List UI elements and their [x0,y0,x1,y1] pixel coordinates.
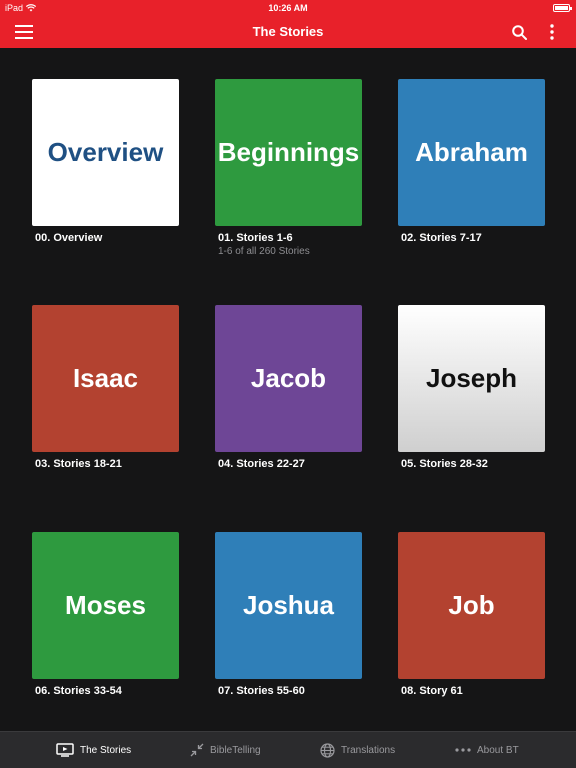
story-tile: Moses [32,532,179,679]
tab-label: About BT [477,744,519,756]
story-tile: Overview [32,79,179,226]
story-caption: 02. Stories 7-17 [401,232,482,244]
tv-icon [56,743,74,757]
tile-title: Overview [47,137,164,167]
story-card-joshua[interactable]: Joshua 07. Stories 55-60 [215,532,362,697]
tab-translations[interactable]: Translations [320,732,395,768]
tile-title: Isaac [72,363,139,393]
status-bar: iPad 10:26 AM [0,0,576,16]
tile-title: Abraham [415,137,528,167]
ellipsis-icon [455,748,471,752]
tab-about-bt[interactable]: About BT [455,732,519,768]
tile-title: Jacob [250,363,327,393]
story-card-abraham[interactable]: Abraham 02. Stories 7-17 [398,79,545,244]
tile-title: Beginnings [217,137,360,167]
vertical-ellipsis-icon [550,24,554,40]
story-caption: 03. Stories 18-21 [35,458,122,470]
story-caption: 00. Overview [35,232,103,244]
tile-title: Moses [65,590,146,620]
tab-label: Translations [341,744,396,756]
navigation-bar: The Stories [0,16,576,48]
story-caption: 07. Stories 55-60 [218,685,305,697]
tab-label: The Stories [80,744,132,756]
story-caption: 05. Stories 28-32 [401,458,488,470]
story-caption: 01. Stories 1-6 [218,232,293,244]
story-caption: 08. Story 61 [401,685,463,697]
story-card-beginnings[interactable]: Beginnings 01. Stories 1-6 1-6 of all 26… [215,79,362,257]
story-card-overview[interactable]: Overview 00. Overview [32,79,179,244]
story-tile: Joseph [398,305,545,452]
search-button[interactable] [507,20,531,44]
story-tile: Abraham [398,79,545,226]
story-caption: 06. Stories 33-54 [35,685,122,697]
tab-bibletelling[interactable]: BibleTelling [190,732,261,768]
story-tile: Isaac [32,305,179,452]
tab-bar: The Stories BibleTelling Translations Ab… [0,731,576,768]
story-grid: Overview 00. Overview Beginnings 01. Sto… [0,48,576,731]
battery-icon [553,4,572,12]
story-tile: Job [398,532,545,679]
clock: 10:26 AM [268,3,308,13]
story-card-isaac[interactable]: Isaac 03. Stories 18-21 [32,305,179,470]
story-card-moses[interactable]: Moses 06. Stories 33-54 [32,532,179,697]
story-card-jacob[interactable]: Jacob 04. Stories 22-27 [215,305,362,470]
story-card-joseph[interactable]: Joseph 05. Stories 28-32 [398,305,545,470]
tab-the-stories[interactable]: The Stories [56,732,131,768]
more-options-button[interactable] [540,20,564,44]
globe-icon [320,742,335,758]
tile-title: Job [448,590,495,620]
tile-title: Joseph [425,363,518,393]
page-title: The Stories [252,24,324,39]
story-tile: Beginnings [215,79,362,226]
tile-title: Joshua [242,590,335,620]
collapse-icon [190,743,204,757]
story-caption: 04. Stories 22-27 [218,458,305,470]
story-card-job[interactable]: Job 08. Story 61 [398,532,545,697]
story-tile: Joshua [215,532,362,679]
search-icon [511,24,527,40]
tab-label: BibleTelling [210,744,261,756]
story-subcaption: 1-6 of all 260 Stories [218,246,310,257]
story-tile: Jacob [215,305,362,452]
